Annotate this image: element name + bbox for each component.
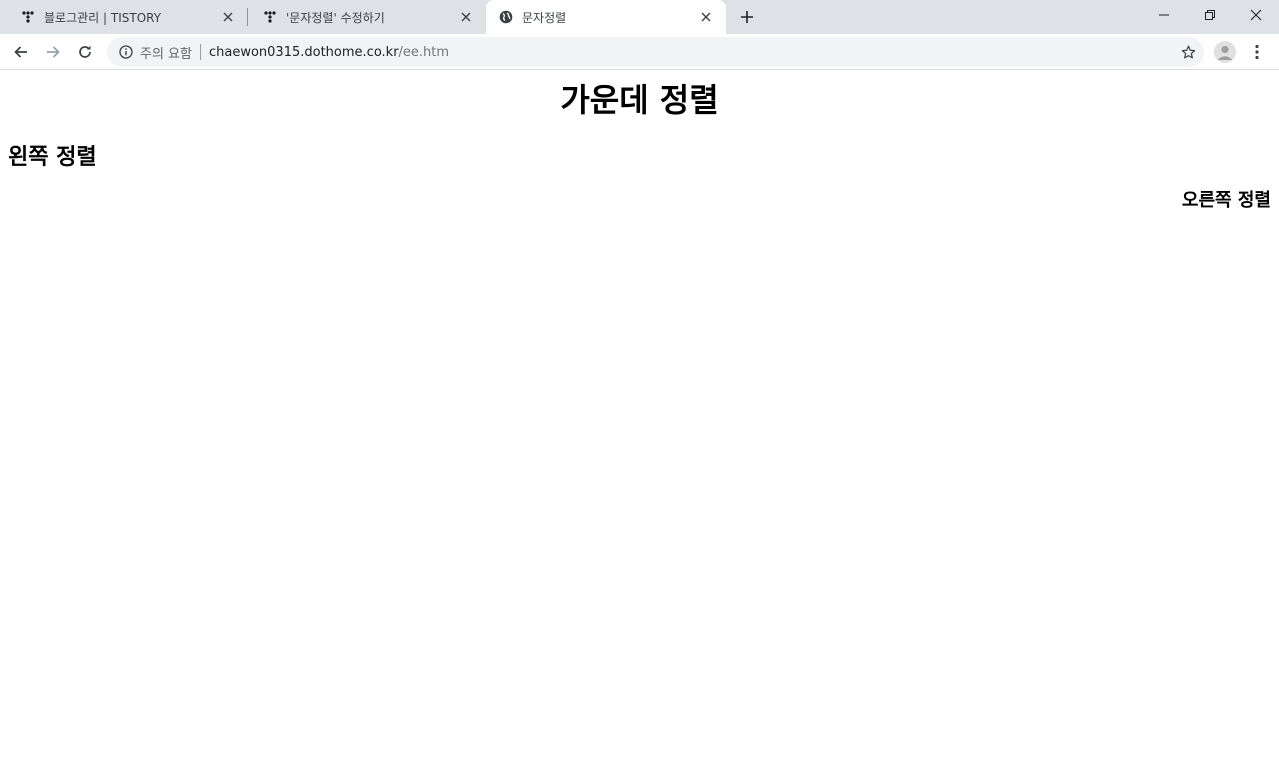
page-content: 가운데 정렬 왼쪽 정렬 오른쪽 정렬 [0,71,1279,771]
address-bar[interactable]: 주의 요함 chaewon0315.dothome.co.kr/ee.htm [107,37,1204,67]
tab-title: 문자정렬 [522,10,567,25]
restore-icon [1205,10,1215,20]
forward-button[interactable] [40,39,66,65]
tab-title: '문자정렬' 수정하기 [286,10,385,25]
minimize-icon [1159,14,1169,16]
heading-right: 오른쪽 정렬 [1181,190,1271,211]
plus-icon [741,11,753,23]
heading-center: 가운데 정렬 [560,81,719,119]
bookmark-star-icon[interactable] [1180,44,1196,60]
browser-toolbar: 주의 요함 chaewon0315.dothome.co.kr/ee.htm [0,34,1279,70]
arrow-right-icon [47,46,60,58]
kebab-menu-icon [1255,44,1259,60]
url-host: chaewon0315.dothome.co.kr [208,44,399,60]
tistory-icon [262,9,278,25]
profile-avatar[interactable] [1214,41,1236,63]
tab-title: 블로그관리 | TISTORY [44,10,162,25]
minimize-button[interactable] [1141,0,1187,30]
tab-tistory-admin[interactable]: 블로그관리 | TISTORY [8,0,248,34]
close-icon[interactable] [698,9,714,25]
globe-icon [498,9,514,25]
info-icon[interactable] [118,44,134,60]
tab-text-align-active[interactable]: 문자정렬 [486,0,726,34]
security-warning-label[interactable]: 주의 요함 [140,43,192,62]
browser-menu-button[interactable] [1249,41,1265,63]
new-tab-button[interactable] [735,5,759,29]
person-icon [1217,45,1233,60]
reload-icon [79,45,91,58]
reload-button[interactable] [72,39,98,65]
tab-separator [247,8,248,26]
tistory-icon [20,9,36,25]
close-icon[interactable] [220,9,236,25]
arrow-left-icon [14,46,27,58]
heading-left: 왼쪽 정렬 [8,145,97,170]
close-icon[interactable] [458,9,474,25]
tab-strip: 블로그관리 | TISTORY '문자정렬' 수정하기 문자정렬 [0,0,1279,34]
window-close-button[interactable] [1233,0,1279,30]
close-icon [1250,9,1262,21]
restore-button[interactable] [1187,0,1233,30]
url-path: /ee.htm [398,44,450,60]
omnibox-divider [199,44,201,60]
back-button[interactable] [8,39,34,65]
url-text[interactable]: chaewon0315.dothome.co.kr/ee.htm [209,45,449,60]
tab-edit-post[interactable]: '문자정렬' 수정하기 [250,0,486,34]
